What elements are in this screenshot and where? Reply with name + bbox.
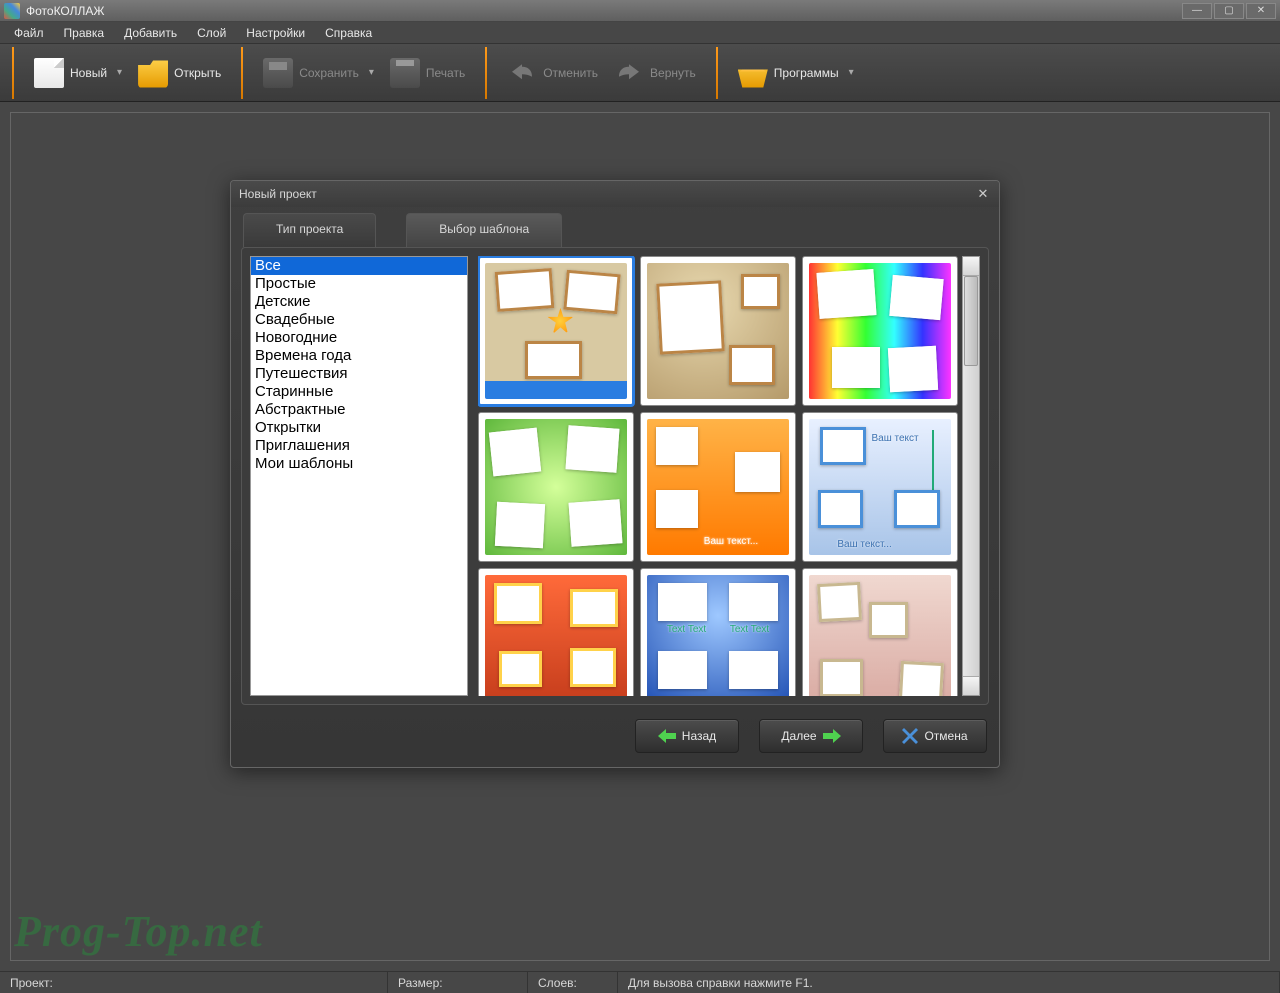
- back-button-label: Назад: [682, 729, 716, 743]
- new-button[interactable]: Новый ▾: [26, 49, 130, 97]
- app-icon: [4, 3, 20, 19]
- status-layers: Слоев:: [528, 972, 618, 993]
- cancel-button-label: Отмена: [924, 729, 967, 743]
- main-toolbar: Новый ▾ Открыть Сохранить ▾ Печать Отмен…: [0, 44, 1280, 102]
- gallery-scrollbar[interactable]: [962, 256, 980, 696]
- cancel-button[interactable]: Отмена: [883, 719, 987, 753]
- tab-choose-template[interactable]: Выбор шаблона: [406, 213, 562, 247]
- print-button-label: Печать: [426, 66, 465, 80]
- template-caption: Ваш текст...: [837, 539, 891, 550]
- list-item[interactable]: Приглашения: [251, 437, 467, 455]
- status-help-hint: Для вызова справки нажмите F1.: [618, 972, 1280, 993]
- template-caption: Ваш текст...: [704, 536, 758, 547]
- back-button[interactable]: Назад: [635, 719, 739, 753]
- template-item[interactable]: Ваш текст Ваш текст...: [802, 412, 958, 562]
- menu-edit[interactable]: Правка: [56, 24, 113, 42]
- programs-button[interactable]: Программы ▾: [730, 49, 862, 97]
- list-item[interactable]: Времена года: [251, 347, 467, 365]
- print-button[interactable]: Печать: [382, 49, 473, 97]
- category-list[interactable]: Все Простые Детские Свадебные Новогодние…: [250, 256, 468, 696]
- menu-add[interactable]: Добавить: [116, 24, 185, 42]
- template-caption: Text Text: [730, 624, 769, 635]
- folder-open-icon: [138, 58, 168, 88]
- window-minimize-button[interactable]: —: [1182, 3, 1212, 19]
- new-file-icon: [34, 58, 64, 88]
- scrollbar-thumb[interactable]: [964, 276, 978, 366]
- list-item[interactable]: Старинные: [251, 383, 467, 401]
- redo-button[interactable]: Вернуть: [606, 49, 704, 97]
- toolbar-separator: [485, 47, 487, 99]
- dropdown-caret-icon: ▾: [849, 67, 854, 78]
- list-item[interactable]: Путешествия: [251, 365, 467, 383]
- dialog-body: Все Простые Детские Свадебные Новогодние…: [241, 247, 989, 705]
- dialog-titlebar: Новый проект ✕: [231, 181, 999, 207]
- dialog-button-row: Назад Далее Отмена: [231, 715, 999, 767]
- toolbar-separator: [12, 47, 14, 99]
- undo-button[interactable]: Отменить: [499, 49, 606, 97]
- template-gallery: Ваш текст... Ваш текст Ваш текст...: [478, 256, 980, 696]
- toolbar-separator: [241, 47, 243, 99]
- template-item[interactable]: [802, 568, 958, 696]
- dropdown-caret-icon: ▾: [369, 67, 374, 78]
- new-project-dialog: Новый проект ✕ Тип проекта Выбор шаблона…: [230, 180, 1000, 768]
- list-item[interactable]: Детские: [251, 293, 467, 311]
- list-item[interactable]: Новогодние: [251, 329, 467, 347]
- list-item[interactable]: Абстрактные: [251, 401, 467, 419]
- list-item[interactable]: Мои шаблоны: [251, 455, 467, 473]
- menu-bar: Файл Правка Добавить Слой Настройки Спра…: [0, 22, 1280, 44]
- programs-button-label: Программы: [774, 66, 839, 80]
- template-item[interactable]: [478, 412, 634, 562]
- save-button-label: Сохранить: [299, 66, 359, 80]
- dialog-close-button[interactable]: ✕: [975, 186, 991, 202]
- redo-button-label: Вернуть: [650, 66, 696, 80]
- status-project: Проект:: [0, 972, 388, 993]
- template-caption: Text Text: [667, 624, 706, 635]
- redo-arrow-icon: [614, 58, 644, 88]
- open-button-label: Открыть: [174, 66, 221, 80]
- box-icon: [738, 58, 768, 88]
- undo-button-label: Отменить: [543, 66, 598, 80]
- status-size: Размер:: [388, 972, 528, 993]
- dialog-title: Новый проект: [239, 187, 317, 201]
- window-close-button[interactable]: ✕: [1246, 3, 1276, 19]
- template-item[interactable]: Text Text: [478, 568, 634, 696]
- printer-icon: [390, 58, 420, 88]
- new-button-label: Новый: [70, 66, 107, 80]
- template-caption: Ваш текст: [871, 433, 918, 444]
- status-bar: Проект: Размер: Слоев: Для вызова справк…: [0, 971, 1280, 993]
- list-item[interactable]: Свадебные: [251, 311, 467, 329]
- list-item[interactable]: Простые: [251, 275, 467, 293]
- menu-layer[interactable]: Слой: [189, 24, 234, 42]
- template-item[interactable]: [640, 256, 796, 406]
- menu-settings[interactable]: Настройки: [238, 24, 313, 42]
- template-item[interactable]: Ваш текст...: [640, 412, 796, 562]
- template-item[interactable]: [478, 256, 634, 406]
- save-button[interactable]: Сохранить ▾: [255, 49, 382, 97]
- arrow-left-icon: [658, 729, 676, 743]
- template-item[interactable]: [802, 256, 958, 406]
- arrow-right-icon: [823, 729, 841, 743]
- next-button-label: Далее: [781, 729, 816, 743]
- dropdown-caret-icon: ▾: [117, 67, 122, 78]
- cancel-x-icon: [902, 728, 918, 744]
- next-button[interactable]: Далее: [759, 719, 863, 753]
- menu-file[interactable]: Файл: [6, 24, 52, 42]
- toolbar-separator: [716, 47, 718, 99]
- tab-project-type[interactable]: Тип проекта: [243, 213, 376, 247]
- menu-help[interactable]: Справка: [317, 24, 380, 42]
- app-title: ФотоКОЛЛАЖ: [26, 4, 104, 18]
- dialog-tabs: Тип проекта Выбор шаблона: [231, 213, 999, 247]
- template-item[interactable]: Text Text Text Text Text Text Text Text: [640, 568, 796, 696]
- list-item[interactable]: Все: [251, 257, 467, 275]
- window-titlebar: ФотоКОЛЛАЖ — ▢ ✕: [0, 0, 1280, 22]
- window-maximize-button[interactable]: ▢: [1214, 3, 1244, 19]
- floppy-icon: [263, 58, 293, 88]
- watermark: Prog-Top.net: [14, 906, 263, 957]
- list-item[interactable]: Открытки: [251, 419, 467, 437]
- undo-arrow-icon: [507, 58, 537, 88]
- open-button[interactable]: Открыть: [130, 49, 229, 97]
